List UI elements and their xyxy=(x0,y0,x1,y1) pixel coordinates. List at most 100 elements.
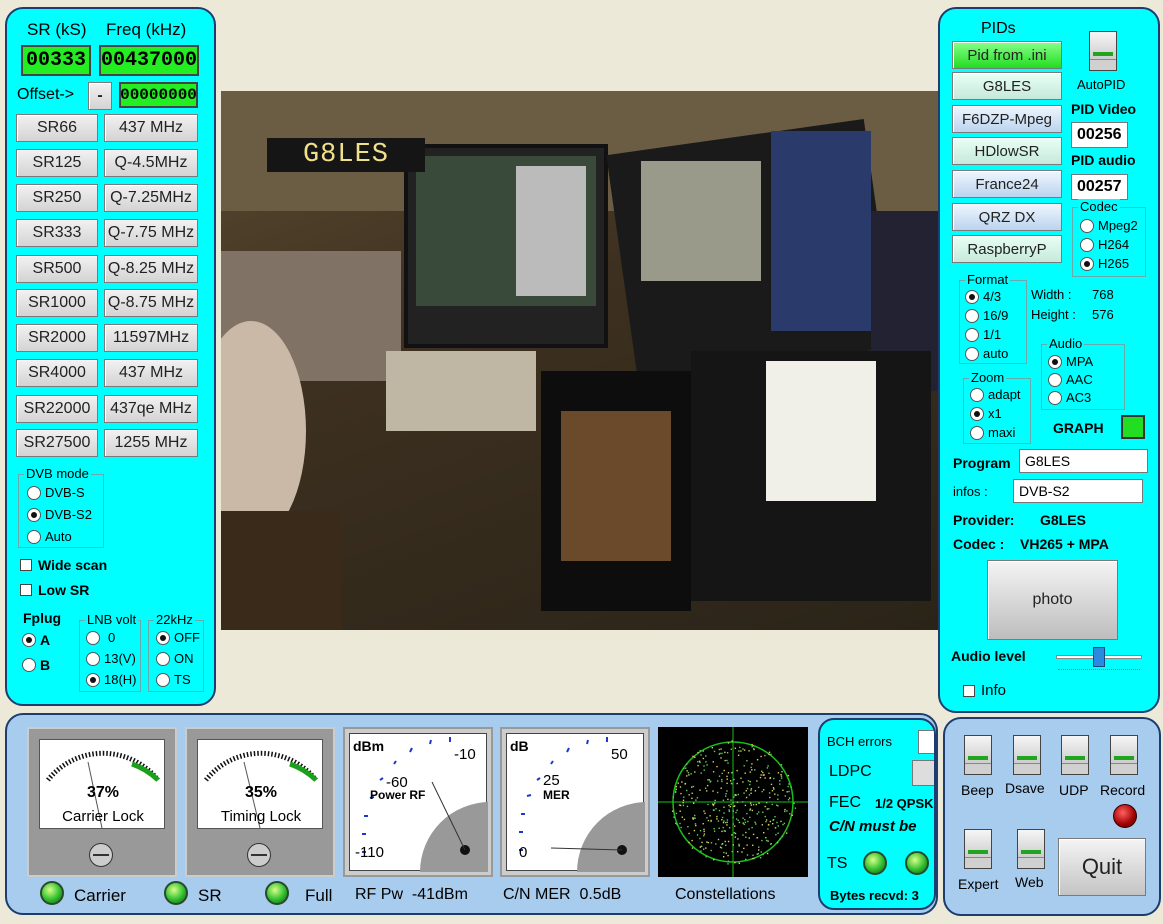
audio-mpa-radio[interactable]: MPA xyxy=(1048,354,1093,369)
record-switch[interactable] xyxy=(1110,735,1138,775)
pid-preset-5[interactable]: QRZ DX xyxy=(952,203,1062,231)
sr-button-sr22000[interactable]: SR22000 xyxy=(16,395,98,423)
codec-mpeg2-radio[interactable]: Mpeg2 xyxy=(1080,218,1138,233)
timing-lock-pct: 35% xyxy=(244,784,278,801)
pid-preset-1[interactable]: G8LES xyxy=(952,72,1062,100)
graph-toggle[interactable] xyxy=(1121,415,1145,439)
constellation-point xyxy=(721,780,723,783)
constellation-point xyxy=(728,809,730,811)
cn-must-be: C/N must be xyxy=(829,818,917,835)
timing-lock-knob[interactable] xyxy=(247,843,271,867)
sr-display[interactable]: 00333 xyxy=(21,45,91,76)
freq-button-4[interactable]: Q-8.25 MHz xyxy=(104,255,198,283)
constellation-point xyxy=(738,821,741,824)
offset-display[interactable]: 00000000 xyxy=(119,82,198,108)
constellation-point xyxy=(749,816,751,819)
audio-ac3-radio[interactable]: AC3 xyxy=(1048,390,1091,405)
beep-switch[interactable] xyxy=(964,735,992,775)
constellation-point xyxy=(770,753,772,756)
dvb-s2-radio[interactable]: DVB-S2 xyxy=(27,507,92,522)
format-16-9-radio[interactable]: 16/9 xyxy=(965,308,1008,323)
freq-button-6[interactable]: 11597MHz xyxy=(104,324,198,352)
low-sr-checkbox[interactable]: Low SR xyxy=(20,582,89,598)
22khz-on-radio[interactable]: ON xyxy=(156,651,194,666)
wide-scan-checkbox[interactable]: Wide scan xyxy=(20,557,107,573)
pid-preset-4[interactable]: France24 xyxy=(952,170,1062,198)
audio-aac-radio[interactable]: AAC xyxy=(1048,372,1093,387)
freq-button-2[interactable]: Q-7.25MHz xyxy=(104,184,198,212)
freq-button-0[interactable]: 437 MHz xyxy=(104,114,198,142)
dsave-switch[interactable] xyxy=(1013,735,1041,775)
fplug-b-radio[interactable]: B xyxy=(22,657,50,673)
constellation-point xyxy=(726,778,728,780)
sr-button-sr1000[interactable]: SR1000 xyxy=(16,289,98,317)
web-label: Web xyxy=(1015,874,1044,890)
freq-button-1[interactable]: Q-4.5MHz xyxy=(104,149,198,177)
lnb-volt-title: LNB volt xyxy=(85,612,139,627)
constellation-point xyxy=(734,747,736,749)
freq-button-7[interactable]: 437 MHz xyxy=(104,359,198,387)
pid-video-input[interactable]: 00256 xyxy=(1071,122,1128,148)
freq-button-3[interactable]: Q-7.75 MHz xyxy=(104,219,198,247)
22khz-off-radio[interactable]: OFF xyxy=(156,630,200,645)
constellation-point xyxy=(769,796,771,799)
autopid-switch[interactable] xyxy=(1089,31,1117,71)
pid-preset-3[interactable]: HDlowSR xyxy=(952,137,1062,165)
audio-level-thumb[interactable] xyxy=(1093,647,1105,667)
lnb-18h-radio[interactable]: 18(H) xyxy=(86,672,137,687)
quit-button[interactable]: Quit xyxy=(1058,838,1146,896)
sr-button-sr250[interactable]: SR250 xyxy=(16,184,98,212)
constellation-point xyxy=(721,772,723,775)
format-4-3-radio[interactable]: 4/3 xyxy=(965,289,1001,304)
constellation-point xyxy=(744,772,746,774)
sr-button-sr2000[interactable]: SR2000 xyxy=(16,324,98,352)
pid-preset-0[interactable]: Pid from .ini xyxy=(952,41,1062,69)
sr-button-sr125[interactable]: SR125 xyxy=(16,149,98,177)
audio-level-slider[interactable] xyxy=(1056,645,1142,677)
dvb-auto-radio[interactable]: Auto xyxy=(27,529,72,544)
freq-button-9[interactable]: 1255 MHz xyxy=(104,429,198,457)
photo-button[interactable]: photo xyxy=(987,560,1118,640)
fplug-a-radio[interactable]: A xyxy=(22,632,50,648)
sr-button-sr27500[interactable]: SR27500 xyxy=(16,429,98,457)
zoom-maxi-radio[interactable]: maxi xyxy=(970,425,1015,440)
carrier-lock-knob[interactable] xyxy=(89,843,113,867)
format-1-1-radio[interactable]: 1/1 xyxy=(965,327,1001,342)
freq-button-8[interactable]: 437qe MHz xyxy=(104,395,198,423)
constellation-point xyxy=(768,753,770,755)
udp-switch[interactable] xyxy=(1061,735,1089,775)
constellation-point xyxy=(718,775,721,777)
codec-h264-radio[interactable]: H264 xyxy=(1080,237,1129,252)
zoom-adapt-radio[interactable]: adapt xyxy=(970,387,1021,402)
info-checkbox[interactable]: Info xyxy=(963,682,1006,699)
sr-button-sr500[interactable]: SR500 xyxy=(16,255,98,283)
zoom-x1-radio[interactable]: x1 xyxy=(970,406,1002,421)
22khz-ts-radio[interactable]: TS xyxy=(156,672,191,687)
record-indicator xyxy=(1113,804,1137,828)
sr-button-sr333[interactable]: SR333 xyxy=(16,219,98,247)
offset-sign-button[interactable]: - xyxy=(88,82,112,110)
constellation-point xyxy=(706,764,708,766)
program-input[interactable]: G8LES xyxy=(1019,449,1148,473)
expert-switch[interactable] xyxy=(964,829,992,869)
graph-label: GRAPH xyxy=(1053,420,1104,436)
freq-button-5[interactable]: Q-8.75 MHz xyxy=(104,289,198,317)
codec-h265-radio[interactable]: H265 xyxy=(1080,256,1129,271)
web-switch[interactable] xyxy=(1017,829,1045,869)
dvb-s-radio[interactable]: DVB-S xyxy=(27,485,85,500)
lnb-0-radio[interactable]: 0 xyxy=(86,630,115,645)
constellation-point xyxy=(745,790,747,792)
sr-button-sr4000[interactable]: SR4000 xyxy=(16,359,98,387)
lnb-13v-radio[interactable]: 13(V) xyxy=(86,651,136,666)
pid-audio-label: PID audio xyxy=(1071,152,1136,168)
constellation-point xyxy=(682,799,685,801)
constellation-point xyxy=(720,757,722,759)
pid-preset-2[interactable]: F6DZP-Mpeg xyxy=(952,105,1062,133)
pid-preset-6[interactable]: RaspberryP xyxy=(952,235,1062,263)
format-auto-radio[interactable]: auto xyxy=(965,346,1008,361)
pid-audio-input[interactable]: 00257 xyxy=(1071,174,1128,200)
infos-input[interactable]: DVB-S2 xyxy=(1013,479,1143,503)
sr-button-sr66[interactable]: SR66 xyxy=(16,114,98,142)
pid-video-label: PID Video xyxy=(1071,101,1137,117)
freq-display[interactable]: 00437000 xyxy=(99,45,199,76)
